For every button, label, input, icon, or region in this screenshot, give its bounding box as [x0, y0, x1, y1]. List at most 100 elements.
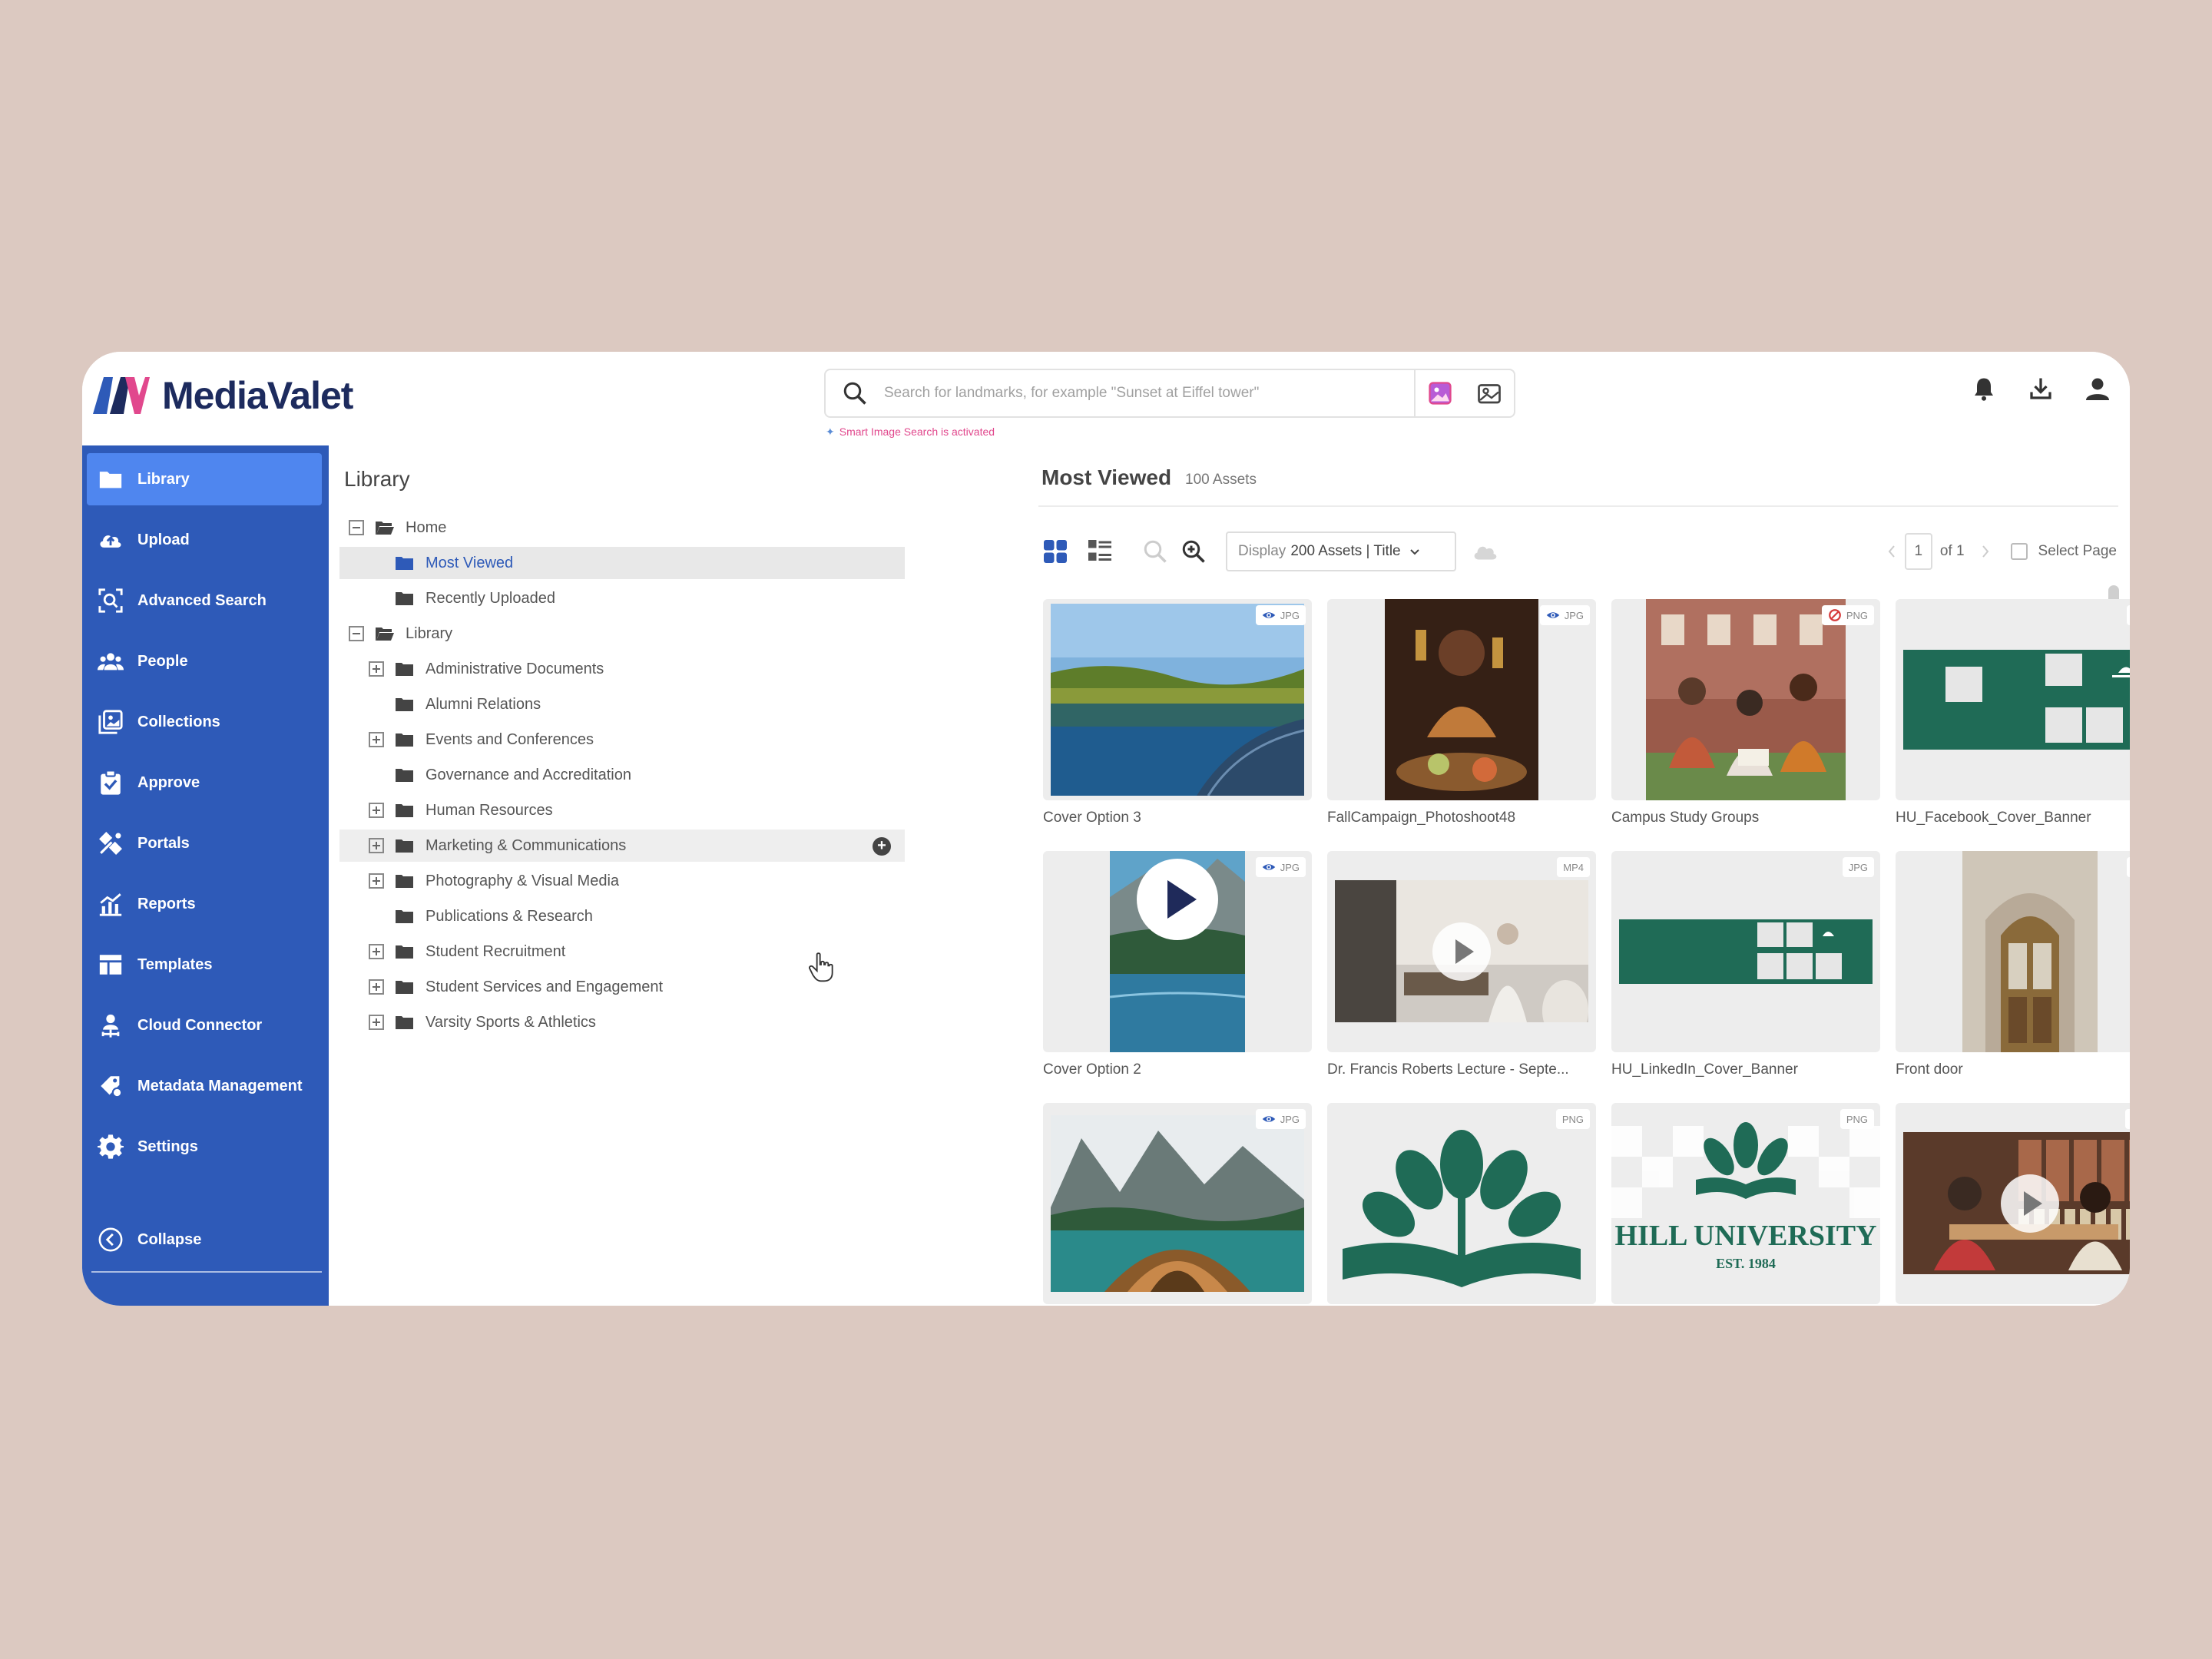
- sidebar-item-metadata-management[interactable]: Metadata Management: [87, 1060, 322, 1112]
- sidebar-item-settings[interactable]: Settings: [87, 1121, 322, 1173]
- expand-icon[interactable]: [369, 732, 384, 747]
- collapse-icon[interactable]: [349, 626, 364, 641]
- asset-title: Dr. Francis Roberts Lecture - Septe...: [1327, 1061, 1569, 1078]
- sidebar-item-portals[interactable]: Portals: [87, 817, 322, 869]
- title-divider: [1038, 505, 2118, 507]
- sidebar-item-people[interactable]: People: [87, 635, 322, 687]
- asset-thumbnail[interactable]: JPG: [1043, 1103, 1312, 1304]
- search-input[interactable]: [882, 384, 1414, 402]
- play-icon[interactable]: [1135, 857, 1220, 942]
- add-folder-icon[interactable]: +: [873, 837, 891, 856]
- display-dropdown[interactable]: Display 200 Assets | Title: [1226, 531, 1456, 571]
- asset-thumbnail[interactable]: JPG: [1611, 851, 1880, 1052]
- tree-row[interactable]: Alumni Relations: [339, 688, 905, 720]
- asset-thumbnail[interactable]: PNG: [1611, 599, 1880, 800]
- file-type-badge: JPG: [1842, 857, 1874, 877]
- sidebar-item-reports[interactable]: Reports: [87, 878, 322, 930]
- sidebar-item-approve[interactable]: Approve: [87, 757, 322, 809]
- bell-icon[interactable]: [1970, 375, 1998, 402]
- folder-icon: [396, 663, 413, 676]
- file-type-label: PNG: [1846, 1113, 1868, 1125]
- sidebar-item-cloud-connector[interactable]: Cloud Connector: [87, 999, 322, 1051]
- expand-icon[interactable]: [369, 979, 384, 995]
- tree-row[interactable]: Events and Conferences: [339, 724, 905, 756]
- app-logo[interactable]: MediaValet: [90, 369, 353, 422]
- download-icon[interactable]: [2027, 375, 2055, 402]
- prev-page-icon[interactable]: [1886, 544, 1897, 559]
- tree-row[interactable]: Publications & Research: [339, 900, 905, 932]
- play-icon[interactable]: [1431, 921, 1492, 982]
- search-icon: [843, 382, 866, 405]
- asset-card[interactable]: JPG HU_Facebook_Cover_Banner: [1896, 599, 2130, 826]
- expand-icon[interactable]: [369, 661, 384, 677]
- folder-icon: [396, 769, 413, 782]
- collapse-icon[interactable]: [349, 520, 364, 535]
- folder-icon: [396, 945, 413, 959]
- asset-card[interactable]: MP4 Dr. Francis Roberts Lecture - Septe..…: [1327, 851, 1596, 1078]
- eye-icon: [1262, 864, 1275, 870]
- tree-row[interactable]: Governance and Accreditation: [339, 759, 905, 791]
- grid-view-icon[interactable]: [1041, 538, 1069, 565]
- asset-card[interactable]: JPG HU_LinkedIn_Cover_Banner: [1611, 851, 1880, 1078]
- list-view-icon[interactable]: [1086, 538, 1114, 565]
- tree-row[interactable]: Administrative Documents: [339, 653, 905, 685]
- asset-card[interactable]: HILL UNIVERSITY EST. 1984 PNG: [1611, 1103, 1880, 1304]
- search-bar[interactable]: [824, 369, 1515, 418]
- page-title: Most Viewed: [1041, 465, 1172, 489]
- asset-thumbnail[interactable]: JPG: [1043, 851, 1312, 1052]
- tree-row[interactable]: Home: [339, 512, 905, 544]
- sidebar-item-templates[interactable]: Templates: [87, 939, 322, 991]
- asset-card[interactable]: JPG FallCampaign_Photoshoot48: [1327, 599, 1596, 826]
- tree-row[interactable]: Recently Uploaded: [339, 582, 905, 614]
- asset-card[interactable]: PNG: [1327, 1103, 1596, 1304]
- asset-thumbnail[interactable]: MP4: [1327, 851, 1596, 1052]
- folder-icon: [396, 839, 413, 853]
- search-divider: [1414, 369, 1416, 418]
- asset-thumbnail[interactable]: JPG: [1043, 599, 1312, 800]
- smart-image-search-icon[interactable]: [1426, 379, 1454, 407]
- asset-thumbnail[interactable]: JPG: [1327, 599, 1596, 800]
- tree-row[interactable]: Marketing & Communications +: [339, 830, 905, 862]
- tree-row-label: Publications & Research: [426, 907, 593, 925]
- expand-icon[interactable]: [369, 873, 384, 889]
- play-icon[interactable]: [1999, 1173, 2061, 1234]
- asset-thumbnail[interactable]: JPG: [1896, 599, 2130, 800]
- asset-card[interactable]: JPG Front door: [1896, 851, 2130, 1078]
- asset-card[interactable]: JPG: [1043, 1103, 1312, 1304]
- file-type-label: JPG: [1280, 1113, 1300, 1125]
- next-page-icon[interactable]: [1980, 544, 1991, 559]
- page-input[interactable]: 1: [1904, 533, 1932, 570]
- pagination: 1 of 1 Select Page: [1886, 531, 2117, 571]
- asset-thumbnail[interactable]: PNG: [1327, 1103, 1596, 1304]
- tree-row[interactable]: Human Resources: [339, 794, 905, 826]
- collapse-button[interactable]: Collapse: [87, 1214, 322, 1266]
- expand-icon[interactable]: [369, 944, 384, 959]
- cloud-download-icon[interactable]: [1472, 538, 1499, 565]
- tree-row[interactable]: Most Viewed: [339, 547, 905, 579]
- sidebar-item-upload[interactable]: Upload: [87, 514, 322, 566]
- sidebar-item-advanced-search[interactable]: Advanced Search: [87, 575, 322, 627]
- asset-card[interactable]: PNG Campus Study Groups: [1611, 599, 1880, 826]
- sidebar-item-library[interactable]: Library: [87, 453, 322, 505]
- file-type-label: MP4: [1563, 861, 1584, 873]
- asset-card[interactable]: MP4: [1896, 1103, 2130, 1304]
- asset-thumbnail[interactable]: HILL UNIVERSITY EST. 1984 PNG: [1611, 1103, 1880, 1304]
- asset-card[interactable]: JPG Cover Option 2: [1043, 851, 1312, 1078]
- sidebar-item-collections[interactable]: Collections: [87, 696, 322, 748]
- image-search-icon[interactable]: [1475, 379, 1503, 407]
- tree-row[interactable]: Varsity Sports & Athletics: [339, 1006, 905, 1038]
- expand-icon[interactable]: [369, 1015, 384, 1030]
- asset-thumbnail[interactable]: JPG: [1896, 851, 2130, 1052]
- user-icon[interactable]: [2084, 375, 2111, 402]
- asset-card[interactable]: JPG Cover Option 3: [1043, 599, 1312, 826]
- asset-thumbnail[interactable]: MP4: [1896, 1103, 2130, 1304]
- zoom-in-icon[interactable]: [1180, 538, 1207, 565]
- expand-icon[interactable]: [369, 803, 384, 818]
- tree-row[interactable]: Photography & Visual Media: [339, 865, 905, 897]
- zoom-out-icon[interactable]: [1141, 538, 1169, 565]
- tree-row[interactable]: Library: [339, 618, 905, 650]
- sidebar: Library Upload Advanced Search People Co…: [82, 445, 329, 1306]
- select-page-checkbox[interactable]: [2010, 543, 2028, 560]
- tree-row-label: Marketing & Communications: [426, 836, 627, 854]
- expand-icon[interactable]: [369, 838, 384, 853]
